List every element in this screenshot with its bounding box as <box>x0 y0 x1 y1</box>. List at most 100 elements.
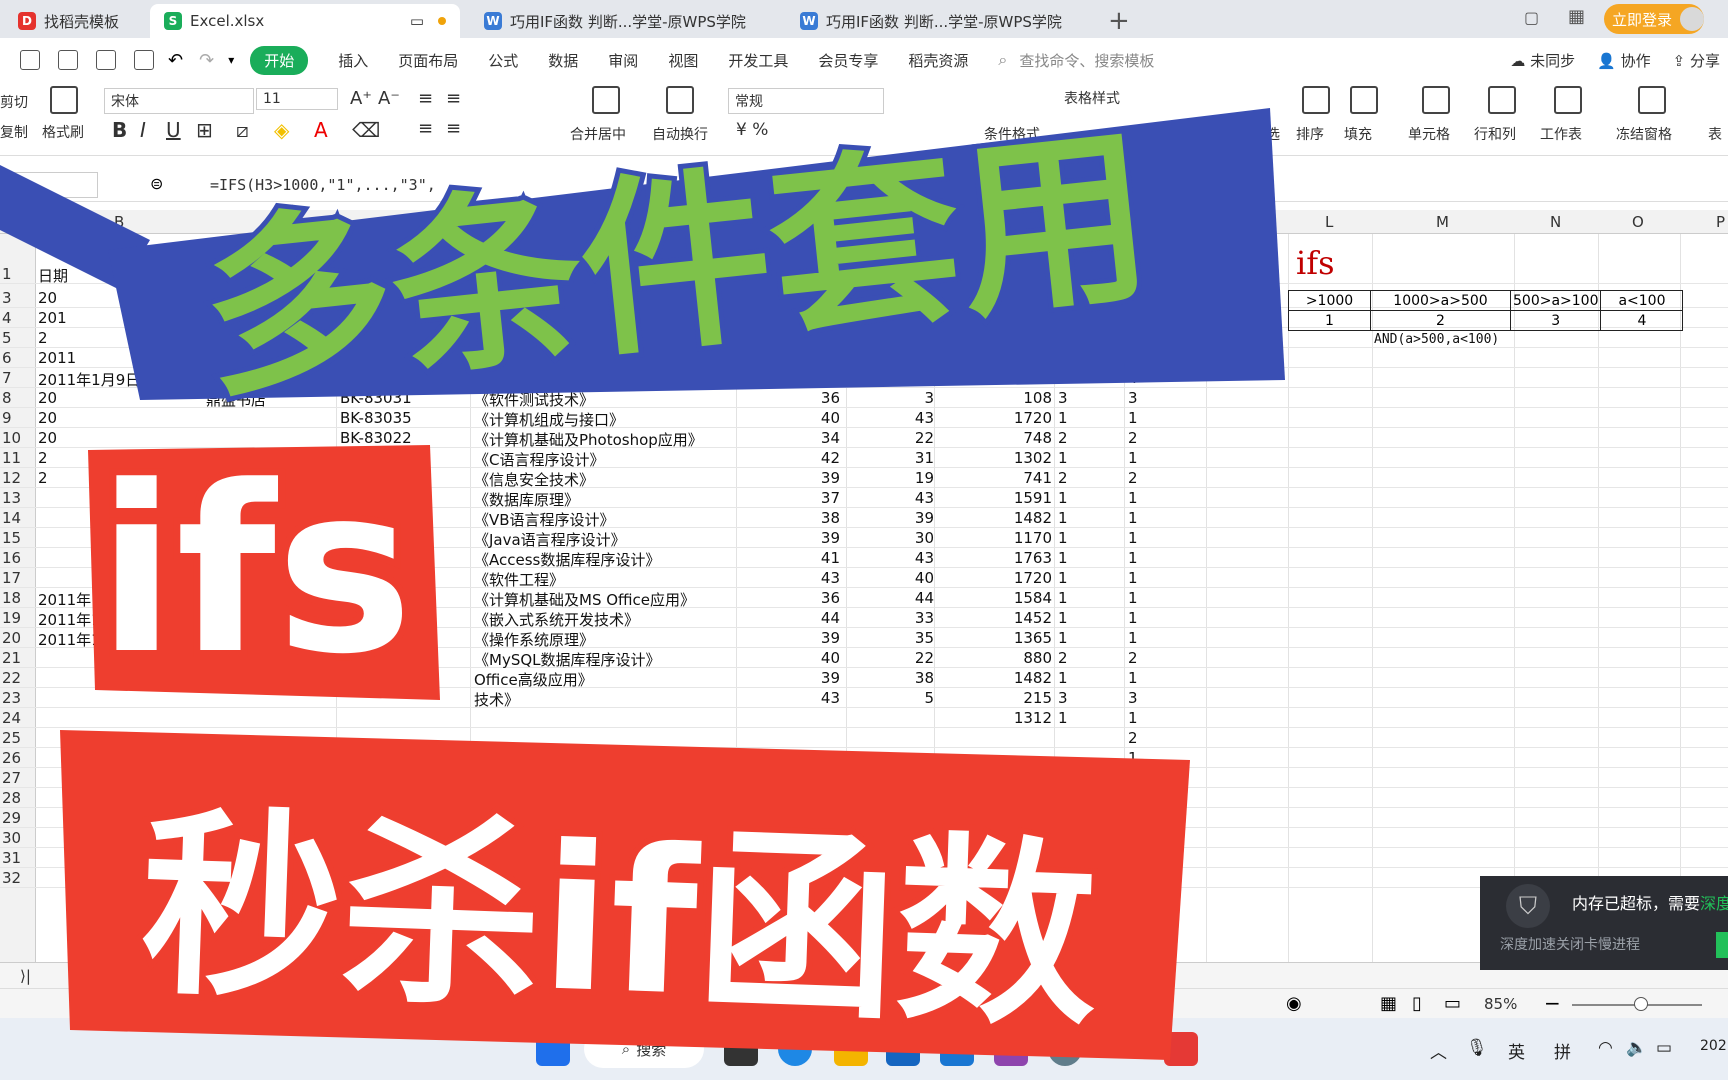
cell-d[interactable]: BK-83034 <box>340 629 412 647</box>
row-number[interactable]: 19 <box>0 609 36 627</box>
cell-j[interactable]: 3 <box>1128 349 1138 367</box>
row-number[interactable]: 10 <box>0 429 36 447</box>
fill-button[interactable]: 填充 <box>1344 124 1372 144</box>
row-number[interactable]: 29 <box>0 809 36 827</box>
preview-icon[interactable] <box>134 50 154 70</box>
new-tab-icon[interactable]: + <box>1108 6 1130 36</box>
menu-insert[interactable]: 插入 <box>338 50 368 71</box>
cell-j[interactable]: 2 <box>1128 869 1138 887</box>
table-row[interactable]: 31 <box>0 848 1728 868</box>
row-number[interactable]: 7 <box>0 369 36 387</box>
rule-value[interactable]: 1 <box>1288 310 1371 331</box>
window-icon[interactable]: ▭ <box>410 12 424 30</box>
rule-value[interactable]: 3 <box>1509 310 1602 331</box>
cell-g[interactable]: 19 <box>852 469 934 487</box>
cell-j[interactable]: 1 <box>1128 329 1138 347</box>
cell-d[interactable]: BK-83030 <box>340 369 412 387</box>
cell-i[interactable]: 2 <box>1058 309 1068 327</box>
cell-f[interactable]: 39 <box>742 669 840 687</box>
menu-docer[interactable]: 稻壳资源 <box>908 50 968 71</box>
sheet-nav-icon[interactable]: ⟩| <box>20 967 31 985</box>
table-row[interactable]: 28 <box>0 788 1728 808</box>
command-search[interactable]: 查找命令、搜索模板 <box>1019 50 1154 71</box>
rule-header[interactable]: 500>a>100 <box>1509 290 1602 311</box>
cell-d[interactable]: BK-83022 <box>340 429 412 447</box>
cell-j[interactable]: 1 <box>1128 609 1138 627</box>
collab-button[interactable]: 👤 协作 <box>1597 50 1650 71</box>
cell-e[interactable]: 技术》 <box>474 689 519 710</box>
format-painter-button[interactable]: 格式刷 <box>42 122 84 142</box>
bold-icon[interactable]: B <box>112 118 127 142</box>
cell-button[interactable]: 单元格 <box>1408 124 1450 144</box>
cell-g[interactable]: 43 <box>852 409 934 427</box>
grid-icon[interactable]: ▦ <box>1568 6 1585 27</box>
cell-j[interactable]: 1 <box>1128 569 1138 587</box>
cell-g[interactable]: 21 <box>852 309 934 327</box>
cell-h[interactable]: 741 <box>940 469 1052 487</box>
shrink-font-icon[interactable]: A⁻ <box>378 88 400 109</box>
cell-g[interactable]: 35 <box>852 629 934 647</box>
font-color-icon[interactable]: A <box>314 118 328 142</box>
mic-icon[interactable]: 🎙 <box>1466 1038 1488 1058</box>
cell-c[interactable]: 盛书店 <box>206 349 251 370</box>
row-number[interactable]: 23 <box>0 689 36 707</box>
menu-member[interactable]: 会员专享 <box>818 50 878 71</box>
cell-g[interactable]: 43 <box>852 489 934 507</box>
cell-h[interactable]: 1482 <box>940 509 1052 527</box>
row-number[interactable]: 16 <box>0 549 36 567</box>
cell-b[interactable]: 2 <box>38 329 48 347</box>
table-row[interactable]: 19 2011年1月18日 博达书店 BK-83033 《嵌入式系统开发技术》 44 33 1… <box>0 608 1728 629</box>
cell-g[interactable]: 5 <box>852 689 934 707</box>
save-icon[interactable] <box>20 50 40 70</box>
ime-lang[interactable]: 英 <box>1508 1038 1525 1063</box>
cell-i[interactable]: 4 <box>1058 369 1068 387</box>
cell-h[interactable]: 1452 <box>940 609 1052 627</box>
name-box[interactable]: J3 <box>0 172 98 198</box>
row-number[interactable]: 28 <box>0 789 36 807</box>
rule-header[interactable]: a<100 <box>1600 290 1684 311</box>
login-button[interactable]: 立即登录 <box>1604 4 1704 34</box>
cell-i[interactable]: 1 <box>1058 449 1068 467</box>
cell-e[interactable]: 《计算机基础及MS Office应用》 <box>474 589 695 610</box>
break-view-icon[interactable]: ▭ <box>1444 993 1461 1014</box>
cell-i[interactable]: 1 <box>1058 669 1068 687</box>
row-number[interactable]: 9 <box>0 409 36 427</box>
cell-h[interactable]: 1365 <box>940 629 1052 647</box>
cell-g[interactable]: 3 <box>852 389 934 407</box>
menu-review[interactable]: 审阅 <box>608 50 638 71</box>
cell-e[interactable]: 《网络技术》 <box>474 349 564 370</box>
table-style-button[interactable]: 表格样式 <box>1064 88 1120 108</box>
table-row[interactable]: 7 2011年1月9日 博达书店 BK-83030 《数据库技术》 41 1 41 4 4 <box>0 368 1728 389</box>
cell-b[interactable]: 20 <box>38 409 57 427</box>
cell-f[interactable]: 43 <box>742 569 840 587</box>
cell-c[interactable]: 鼎盛书店 <box>206 389 266 410</box>
cell-f[interactable]: 40 <box>742 409 840 427</box>
font-select[interactable]: 宋体 <box>104 88 254 114</box>
row-number[interactable]: 17 <box>0 569 36 587</box>
cell-b[interactable]: 20 <box>38 429 57 447</box>
table-row[interactable]: 26 1 <box>0 748 1728 768</box>
cell-j[interactable]: 4 <box>1128 369 1138 387</box>
cell-h[interactable]: 215 <box>940 689 1052 707</box>
volume-icon[interactable]: 🔈 <box>1626 1038 1647 1058</box>
wifi-icon[interactable]: ◠ <box>1598 1038 1613 1058</box>
cell-d[interactable]: BK-83035 <box>340 409 412 427</box>
cell-j[interactable]: 2 <box>1128 649 1138 667</box>
table-row[interactable]: 24 1312 1 1 <box>0 708 1728 728</box>
cell-i[interactable]: 1 <box>1058 609 1068 627</box>
cell-i[interactable]: 2 <box>1058 469 1068 487</box>
cell-h[interactable]: 1399 <box>940 289 1052 307</box>
row-number[interactable]: 1 <box>0 265 36 283</box>
filter-button[interactable]: 筛选 <box>1252 124 1280 144</box>
cell-g[interactable]: 1 <box>852 369 934 387</box>
cell-f[interactable]: 39 <box>742 629 840 647</box>
sort-button[interactable]: 排序 <box>1296 124 1324 144</box>
row-number[interactable]: 32 <box>0 869 36 887</box>
cell-i[interactable]: 2 <box>1058 649 1068 667</box>
row-number[interactable]: 12 <box>0 469 36 487</box>
cell-i[interactable]: 1 <box>1058 629 1068 647</box>
table-row[interactable]: 30 <box>0 828 1728 848</box>
tray-chevron-icon[interactable]: ︿ <box>1430 1038 1447 1063</box>
cell-f[interactable]: 39 <box>742 329 840 347</box>
cell-h[interactable]: 1720 <box>940 569 1052 587</box>
